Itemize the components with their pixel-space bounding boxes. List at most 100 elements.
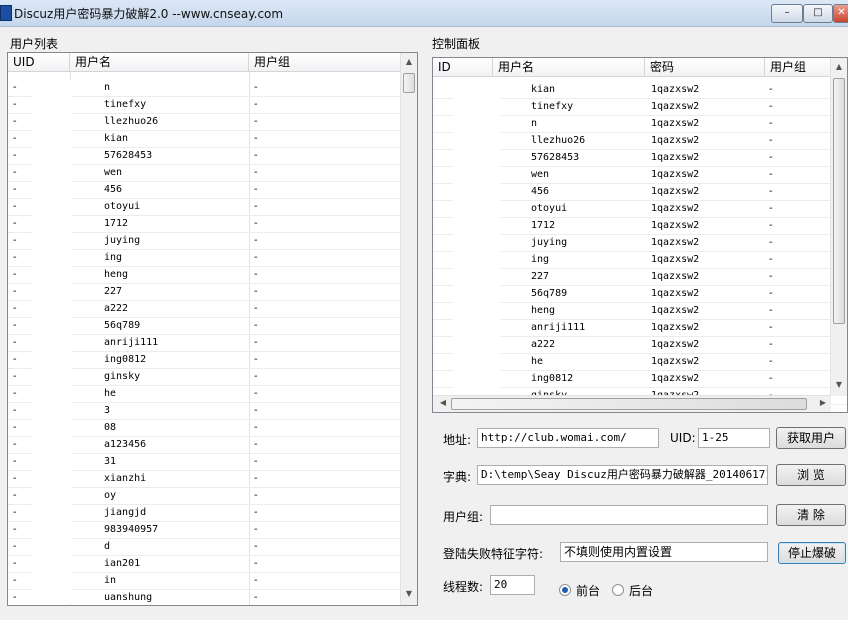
stop-attack-button[interactable]: 停止爆破 (778, 542, 846, 564)
cell-group: - (769, 288, 773, 299)
col-header-password[interactable]: 密码 (645, 58, 765, 77)
user-list-grid[interactable]: UID 用户名 用户组 - n - - tinefxy - - llezhuo26 - - kian… (7, 52, 418, 606)
cell-group: - (769, 356, 773, 367)
scroll-up-arrow-icon[interactable]: ▲ (831, 62, 847, 71)
control-panel-label: 控制面板 (432, 37, 481, 51)
dictionary-path-input[interactable]: D:\temp\Seay Discuz用户密码暴力破解器_20140617191 (477, 465, 768, 485)
cell-password: 1qazxsw2 (651, 373, 700, 384)
cell-group: - (769, 118, 773, 129)
scroll-down-arrow-icon[interactable]: ▼ (831, 380, 847, 389)
cell-group: - (254, 235, 258, 246)
col-header-group[interactable]: 用户组 (249, 53, 401, 72)
radio-background-label[interactable]: 后台 (629, 582, 653, 599)
app-icon (0, 5, 12, 21)
cell-username: oy (104, 490, 117, 501)
scroll-right-arrow-icon[interactable]: ▶ (815, 398, 831, 407)
cell-group: - (254, 592, 258, 603)
cell-group: - (769, 203, 773, 214)
redacted-uid-column (32, 80, 72, 604)
cell-group: - (769, 305, 773, 316)
cell-username: tinefxy (104, 99, 147, 110)
fail-signature-input[interactable]: 不填则使用内置设置 (560, 542, 768, 562)
address-input[interactable]: http://club.womai.com/ (477, 428, 659, 448)
redacted-id-column (453, 78, 501, 396)
scroll-down-arrow-icon[interactable]: ▼ (401, 589, 417, 598)
cell-password: 1qazxsw2 (651, 220, 700, 231)
cell-username: 456 (104, 184, 123, 195)
cell-username: wen (104, 167, 123, 178)
cell-group: - (769, 135, 773, 146)
browse-button[interactable]: 浏 览 (776, 464, 846, 486)
cell-username: ing0812 (104, 354, 147, 365)
col-header-group[interactable]: 用户组 (765, 58, 831, 77)
cell-username: 31 (104, 456, 117, 467)
scroll-thumb[interactable] (403, 73, 415, 93)
radio-foreground[interactable] (559, 584, 571, 596)
radio-foreground-label[interactable]: 前台 (576, 582, 600, 599)
result-vscrollbar[interactable]: ▲ ▼ (830, 58, 847, 396)
uid-range-input[interactable]: 1-25 (698, 428, 770, 448)
result-grid[interactable]: ID 用户名 密码 用户组 kian 1qazxsw2 - tinefxy 1qazxs… (432, 57, 848, 413)
cell-group: - (254, 150, 258, 161)
cell-password: 1qazxsw2 (651, 152, 700, 163)
cell-group: - (254, 320, 258, 331)
cell-username: xianzhi (104, 473, 147, 484)
cell-username: jiangjd (104, 507, 147, 518)
cell-group: - (769, 169, 773, 180)
title-bar: Discuz用户密码暴力破解2.0 --www.cnseay.com – □ ✕ (0, 0, 848, 27)
scroll-up-arrow-icon[interactable]: ▲ (401, 57, 417, 66)
col-header-username[interactable]: 用户名 (493, 58, 645, 77)
cell-group: - (254, 184, 258, 195)
cell-group: - (254, 354, 258, 365)
hscroll-thumb[interactable] (451, 398, 807, 410)
cell-username: 227 (104, 286, 123, 297)
cell-username: ing (104, 252, 123, 263)
cell-username: a222 (531, 339, 556, 350)
minimize-button[interactable]: – (771, 4, 803, 23)
cell-username: a222 (104, 303, 129, 314)
cell-username: he (531, 356, 544, 367)
cell-username: juying (104, 235, 141, 246)
cell-username: 56q789 (104, 320, 141, 331)
maximize-button[interactable]: □ (803, 4, 833, 23)
cell-username: he (104, 388, 117, 399)
cell-group: - (769, 101, 773, 112)
cell-username: ing0812 (531, 373, 574, 384)
cell-group: - (254, 388, 258, 399)
cell-group: - (769, 373, 773, 384)
col-header-username[interactable]: 用户名 (70, 53, 249, 72)
cell-username: wen (531, 169, 550, 180)
cell-username: llezhuo26 (104, 116, 159, 127)
threads-input[interactable]: 20 (490, 575, 535, 595)
radio-selected-dot (562, 587, 568, 593)
cell-password: 1qazxsw2 (651, 169, 700, 180)
cell-group: - (254, 82, 258, 93)
cell-username: 227 (531, 271, 550, 282)
close-button[interactable]: ✕ (833, 4, 848, 23)
cell-group: - (254, 218, 258, 229)
cell-username: otoyui (104, 201, 141, 212)
cell-username: n (531, 118, 538, 129)
cell-group: - (769, 322, 773, 333)
user-list-label: 用户列表 (10, 37, 59, 51)
fail-signature-label: 登陆失败特征字符: (443, 547, 544, 561)
radio-background[interactable] (612, 584, 624, 596)
scroll-left-arrow-icon[interactable]: ◀ (435, 398, 451, 407)
cell-username: a123456 (104, 439, 147, 450)
result-hscrollbar[interactable]: ◀ ▶ (433, 395, 831, 412)
cell-group: - (254, 252, 258, 263)
group-input[interactable] (490, 505, 768, 525)
cell-group: - (769, 84, 773, 95)
scroll-thumb[interactable] (833, 78, 845, 324)
cell-password: 1qazxsw2 (651, 135, 700, 146)
col-header-uid[interactable]: UID (8, 53, 70, 72)
cell-password: 1qazxsw2 (651, 339, 700, 350)
cell-username: kian (104, 133, 129, 144)
cell-username: kian (531, 84, 556, 95)
fetch-users-button[interactable]: 获取用户 (776, 427, 846, 449)
cell-group: - (254, 116, 258, 127)
col-header-id[interactable]: ID (433, 58, 493, 77)
clear-button[interactable]: 清 除 (776, 504, 846, 526)
user-list-scrollbar[interactable]: ▲ ▼ (400, 53, 417, 605)
cell-username: 57628453 (531, 152, 580, 163)
